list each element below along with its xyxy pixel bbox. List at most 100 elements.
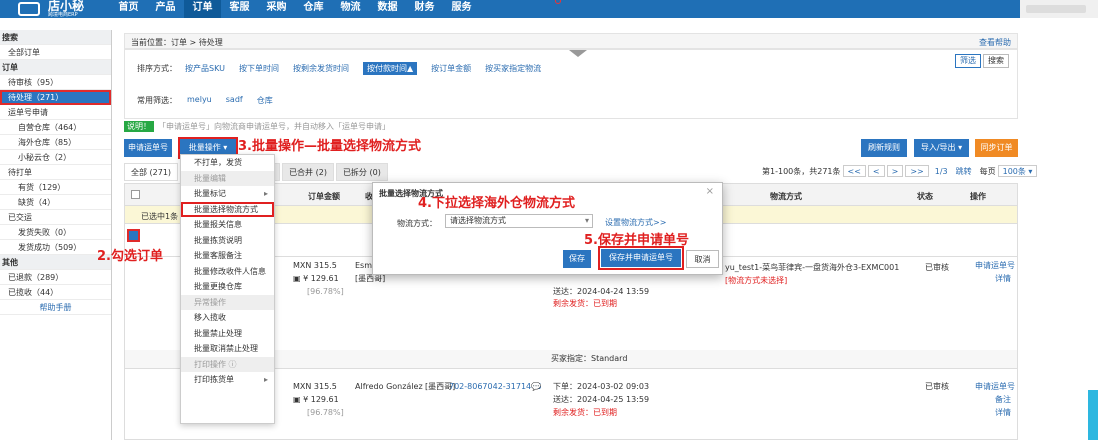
sort-option-1[interactable]: 按下单时间: [239, 63, 279, 74]
row2-note-link[interactable]: 备注: [995, 394, 1011, 406]
sidebar-item-6[interactable]: 自营仓库（464）: [0, 120, 111, 135]
sidebar-item-0: 搜索: [0, 30, 111, 45]
menu-item-2[interactable]: 批量标记 ▸: [181, 186, 274, 202]
nav-item-6[interactable]: 物流: [332, 0, 369, 18]
save-button[interactable]: 保存: [563, 250, 591, 268]
row1-amount: MXN 315.5: [293, 261, 337, 270]
cancel-button[interactable]: 取消: [686, 250, 719, 268]
sidebar-item-8[interactable]: 小秘云仓（2）: [0, 150, 111, 165]
sort-option-2[interactable]: 按剩余发货时间: [293, 63, 349, 74]
sort-option-4[interactable]: 按订单金额: [431, 63, 471, 74]
import-export-button[interactable]: 导入/导出 ▾: [914, 139, 969, 157]
menu-item-5[interactable]: 批量拣货说明: [181, 233, 274, 249]
annotation-step-3: 3.批量操作—批量选择物流方式: [238, 139, 421, 154]
nav-item-2[interactable]: 订单: [184, 0, 221, 18]
menu-item-7[interactable]: 批量修改收件人信息: [181, 264, 274, 280]
sidebar-item-13[interactable]: 发货失败（0）: [0, 225, 111, 240]
row2-status: 已审核: [925, 382, 949, 391]
menu-item-label: 批量修改收件人信息: [194, 266, 266, 276]
menu-item-9: 异常操作: [181, 294, 274, 310]
search-button[interactable]: 搜索: [983, 54, 1009, 68]
sidebar-item-7[interactable]: 海外仓库（85）: [0, 135, 111, 150]
menu-item-6[interactable]: 批量客服备注: [181, 248, 274, 264]
nav-item-5[interactable]: 仓库: [295, 0, 332, 18]
jump-link[interactable]: 跳转: [956, 166, 972, 177]
menu-item-label: 移入揽收: [194, 313, 226, 322]
prev-page-button[interactable]: <: [867, 165, 885, 177]
close-icon[interactable]: ×: [706, 186, 714, 197]
sidebar-item-3[interactable]: 待审核（95）: [0, 75, 111, 90]
per-page-select[interactable]: 100条 ▾: [997, 165, 1038, 177]
sidebar-item-10[interactable]: 有货（129）: [0, 180, 111, 195]
menu-item-13: 打印操作 ⓘ: [181, 356, 274, 372]
save-and-apply-button[interactable]: 保存并申请运单号: [598, 246, 684, 270]
logo-title: 店小秘: [48, 0, 85, 13]
row2-order-id[interactable]: 702-8067042-3171446: [449, 381, 541, 393]
set-shipping-link[interactable]: 设置物流方式>>: [605, 217, 666, 228]
row2-apply-link[interactable]: 申请运单号: [975, 381, 1015, 393]
page-indicator: 1/3: [934, 166, 948, 176]
menu-item-label: 打印操作 ⓘ: [194, 359, 237, 369]
shipping-method-select[interactable]: 请选择物流方式: [445, 214, 593, 228]
menu-item-14[interactable]: 打印拣货单 ▸: [181, 372, 274, 388]
row-checkbox[interactable]: [127, 229, 140, 242]
menu-item-1: 批量编辑: [181, 170, 274, 186]
sidebar-item-16[interactable]: 已退款（289）: [0, 270, 111, 285]
nav-item-7[interactable]: 数据: [369, 0, 406, 18]
sidebar-item-12[interactable]: 已交运: [0, 210, 111, 225]
side-tab[interactable]: [1088, 390, 1098, 440]
common-filter-label: 常用筛选：: [137, 96, 177, 105]
nav-item-9[interactable]: 服务: [443, 0, 480, 18]
sidebar-item-18[interactable]: 帮助手册: [0, 300, 111, 315]
tab-all[interactable]: 全部 (271): [124, 163, 179, 181]
next-page-button[interactable]: >: [886, 165, 904, 177]
row2-detail-link[interactable]: 详情: [995, 407, 1011, 419]
filter-button[interactable]: 筛选: [955, 54, 981, 68]
menu-item-3[interactable]: 批量选择物流方式: [181, 201, 274, 217]
first-page-button[interactable]: <<: [842, 165, 866, 177]
menu-item-4[interactable]: 批量报关信息: [181, 217, 274, 233]
sidebar-item-1[interactable]: 全部订单: [0, 45, 111, 60]
collapse-caret-icon[interactable]: [569, 50, 587, 57]
last-page-button[interactable]: >>: [905, 165, 929, 177]
user-area[interactable]: [1020, 0, 1098, 18]
menu-item-11[interactable]: 批量禁止处理: [181, 326, 274, 342]
sidebar-item-9[interactable]: 待打单: [0, 165, 111, 180]
nav-item-8[interactable]: 财务: [406, 0, 443, 18]
sidebar-item-14[interactable]: 发货成功（509）: [0, 240, 111, 255]
nav-item-0[interactable]: 首页: [110, 0, 147, 18]
chat-icon[interactable]: 💬: [531, 381, 541, 393]
row2-deliver-time: 送达：2024-04-25 13:59: [553, 395, 650, 404]
row1-apply-link[interactable]: 申请运单号: [975, 260, 1015, 272]
sort-label: 排序方式：: [137, 64, 177, 73]
refresh-rules-button[interactable]: 刷新规则: [861, 139, 907, 157]
common-filter-0[interactable]: melyu: [187, 95, 212, 106]
sort-option-3[interactable]: 按付款时间▲: [362, 62, 418, 75]
sidebar-item-11[interactable]: 缺货（4）: [0, 195, 111, 210]
common-filters: 常用筛选： melyu sadf 仓库: [137, 95, 287, 106]
sidebar-item-4[interactable]: 待处理（271）: [0, 90, 111, 105]
help-link[interactable]: 查看帮助: [979, 37, 1011, 48]
sync-orders-button[interactable]: 同步订单: [975, 139, 1018, 157]
select-all-checkbox[interactable]: [131, 190, 140, 199]
nav-item-4[interactable]: 采购: [258, 0, 295, 18]
row2-amount: MXN 315.5: [293, 382, 337, 391]
tab-split[interactable]: 已拆分 (0): [335, 163, 388, 181]
common-filter-2[interactable]: 仓库: [257, 95, 273, 106]
sidebar-item-17[interactable]: 已揽收（44）: [0, 285, 111, 300]
sidebar-item-5[interactable]: 运单号申请: [0, 105, 111, 120]
common-filter-1[interactable]: sadf: [226, 95, 243, 106]
logo[interactable]: 店小秘 跨境电商ERP: [0, 0, 110, 18]
menu-item-10[interactable]: 移入揽收: [181, 310, 274, 326]
row1-detail-link[interactable]: 详情: [995, 273, 1011, 285]
nav-item-1[interactable]: 产品: [147, 0, 184, 18]
nav-item-3[interactable]: 客服: [221, 0, 258, 18]
tab-merged[interactable]: 已合并 (2): [282, 163, 334, 181]
apply-waybill-button[interactable]: 申请运单号: [124, 139, 172, 157]
menu-item-12[interactable]: 批量取消禁止处理: [181, 341, 274, 357]
menu-item-0[interactable]: 不打单，发货: [181, 155, 274, 171]
sort-option-5[interactable]: 按买家指定物流: [485, 63, 541, 74]
annotation-step-5: 5.保存并申请单号: [584, 233, 689, 248]
sort-option-0[interactable]: 按产品SKU: [185, 63, 225, 74]
menu-item-8[interactable]: 批量更换仓库: [181, 279, 274, 295]
